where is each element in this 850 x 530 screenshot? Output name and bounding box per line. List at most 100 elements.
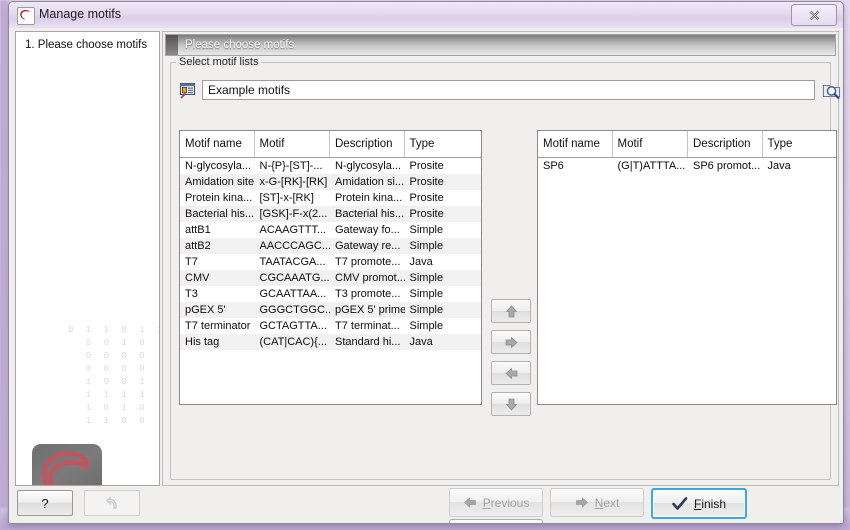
motif-list-icon xyxy=(179,81,197,99)
table-row[interactable]: Protein kina...[ST]-x-[RK]Protein kina..… xyxy=(180,190,481,206)
table-cell: Simple xyxy=(405,270,481,286)
table-cell: TAATACGA... xyxy=(255,254,331,270)
table-cell: Java xyxy=(405,254,481,270)
finish-button[interactable]: Finish xyxy=(651,488,747,519)
panel-grip-icon xyxy=(166,35,178,55)
table-cell: Gateway fo... xyxy=(330,222,405,238)
column-header-motif[interactable]: Motif xyxy=(613,131,689,157)
table-cell: GGGCTGGC... xyxy=(255,302,331,318)
table-cell: SP6 xyxy=(538,158,613,174)
table-body: N-glycosyla...N-{P}-[ST]-...N-glycosyla.… xyxy=(180,158,481,350)
table-cell: (G|T)ATTTA... xyxy=(613,158,689,174)
available-motifs-table[interactable]: Motif name Motif Description Type N-glyc… xyxy=(179,130,482,405)
remove-button[interactable] xyxy=(491,361,531,385)
table-cell: N-glycosyla... xyxy=(180,158,255,174)
table-row[interactable]: attB1ACAAGTTT...Gateway fo...Simple xyxy=(180,222,481,238)
table-row[interactable]: pGEX 5'GGGCTGGC...pGEX 5' primerSimple xyxy=(180,302,481,318)
table-cell: Standard hi... xyxy=(330,334,405,350)
table-row[interactable]: SP6(G|T)ATTTA...SP6 promot...Java xyxy=(538,158,836,174)
motif-list-path-input[interactable]: Example motifs xyxy=(202,80,815,100)
column-header-motif-name[interactable]: Motif name xyxy=(538,131,613,157)
help-button-group: ? xyxy=(17,490,140,516)
transfer-button-group xyxy=(491,299,529,423)
table-cell: GCAATTAA... xyxy=(255,286,331,302)
wizard-nav-buttons: Previous Next Finish Cancel xyxy=(449,488,843,524)
table-cell: Java xyxy=(405,334,481,350)
table-row[interactable]: attB2AACCCAGC...Gateway re...Simple xyxy=(180,238,481,254)
table-cell: Protein kina... xyxy=(330,190,405,206)
clc-logo-icon xyxy=(17,7,35,25)
table-row[interactable]: T3GCAATTAA...T3 promote...Simple xyxy=(180,286,481,302)
table-header-row: Motif name Motif Description Type xyxy=(180,131,481,158)
move-down-button[interactable] xyxy=(491,392,531,416)
table-cell: Prosite xyxy=(405,174,481,190)
table-cell: Simple xyxy=(405,286,481,302)
table-cell: GCTAGTTA... xyxy=(255,318,331,334)
table-cell: x-G-[RK]-[RK] xyxy=(255,174,331,190)
table-cell: CMV promot... xyxy=(330,270,405,286)
select-motif-lists-group: Select motif lists Example motifs xyxy=(170,62,831,480)
dialog-body: 1. Please choose motifs 0 1 1 0 1 1 1 1 … xyxy=(9,28,843,523)
table-cell: attB1 xyxy=(180,222,255,238)
table-cell: AACCCAGC... xyxy=(255,238,331,254)
table-row[interactable]: His tag(CAT|CAC){...Standard hi...Java xyxy=(180,334,481,350)
add-button[interactable] xyxy=(491,330,531,354)
table-cell: Simple xyxy=(405,302,481,318)
table-cell: Prosite xyxy=(405,158,481,174)
table-row[interactable]: T7 terminatorGCTAGTTA...T7 terminat...Si… xyxy=(180,318,481,334)
table-cell: T3 promote... xyxy=(330,286,405,302)
table-cell: T7 terminat... xyxy=(330,318,405,334)
table-cell: His tag xyxy=(180,334,255,350)
table-row[interactable]: Amidation sitex-G-[RK]-[RK]Amidation si.… xyxy=(180,174,481,190)
table-cell: pGEX 5' primer xyxy=(330,302,405,318)
table-row[interactable]: CMVCGCAAATG...CMV promot...Simple xyxy=(180,270,481,286)
table-cell: Bacterial his... xyxy=(180,206,255,222)
table-cell: T7 xyxy=(180,254,255,270)
column-header-type[interactable]: Type xyxy=(763,131,837,157)
table-cell: T7 promote... xyxy=(330,254,405,270)
panel-header: Please choose motifs xyxy=(165,34,836,56)
table-cell: Bacterial his... xyxy=(330,206,405,222)
column-header-description[interactable]: Description xyxy=(688,131,763,157)
sidebar-item-please-choose-motifs[interactable]: 1. Please choose motifs xyxy=(25,39,147,51)
manage-motifs-dialog: Manage motifs 1. Please choose motifs 0 … xyxy=(8,1,844,524)
table-cell: T3 xyxy=(180,286,255,302)
group-title: Select motif lists xyxy=(176,56,261,68)
table-cell: [ST]-x-[RK] xyxy=(255,190,331,206)
main-panel: Please choose motifs Select motif lists xyxy=(162,31,839,486)
table-cell: Java xyxy=(763,158,837,174)
arrow-left-icon xyxy=(463,496,477,509)
column-header-motif[interactable]: Motif xyxy=(255,131,331,157)
table-cell: CMV xyxy=(180,270,255,286)
close-button[interactable] xyxy=(791,4,837,26)
motif-list-path-value: Example motifs xyxy=(208,83,290,97)
table-row[interactable]: Bacterial his...[GSK]-F-x(2...Bacterial … xyxy=(180,206,481,222)
help-button[interactable]: ? xyxy=(17,490,73,516)
table-cell: T7 terminator xyxy=(180,318,255,334)
folder-search-icon[interactable] xyxy=(821,79,843,101)
table-row[interactable]: T7TAATACGA...T7 promote...Java xyxy=(180,254,481,270)
column-header-description[interactable]: Description xyxy=(330,131,405,157)
table-cell: (CAT|CAC){... xyxy=(255,334,331,350)
next-button-label: Next xyxy=(595,496,620,510)
cancel-button[interactable]: Cancel xyxy=(449,519,543,524)
binary-decoration: 0 1 1 0 1 1 1 1 0 0 1 0 0 0 0 0 0 0 0 0 … xyxy=(68,324,160,439)
wizard-steps-panel: 1. Please choose motifs 0 1 1 0 1 1 1 1 … xyxy=(15,31,160,486)
previous-button-label: Previous xyxy=(483,496,530,510)
table-body: SP6(G|T)ATTTA...SP6 promot...Java xyxy=(538,158,836,174)
arrow-right-icon xyxy=(575,496,589,509)
finish-button-label: Finish xyxy=(694,497,726,511)
move-up-button[interactable] xyxy=(491,299,531,323)
reset-button xyxy=(84,490,140,516)
column-header-type[interactable]: Type xyxy=(405,131,481,157)
selected-motifs-table[interactable]: Motif name Motif Description Type SP6(G|… xyxy=(537,130,837,405)
table-cell: Simple xyxy=(405,318,481,334)
table-row[interactable]: N-glycosyla...N-{P}-[ST]-...N-glycosyla.… xyxy=(180,158,481,174)
table-header-row: Motif name Motif Description Type xyxy=(538,131,836,158)
table-cell: Protein kina... xyxy=(180,190,255,206)
table-cell: Amidation si... xyxy=(330,174,405,190)
table-cell: [GSK]-F-x(2... xyxy=(255,206,331,222)
table-cell: SP6 promot... xyxy=(688,158,763,174)
title-bar[interactable]: Manage motifs xyxy=(9,2,843,29)
column-header-motif-name[interactable]: Motif name xyxy=(180,131,255,157)
